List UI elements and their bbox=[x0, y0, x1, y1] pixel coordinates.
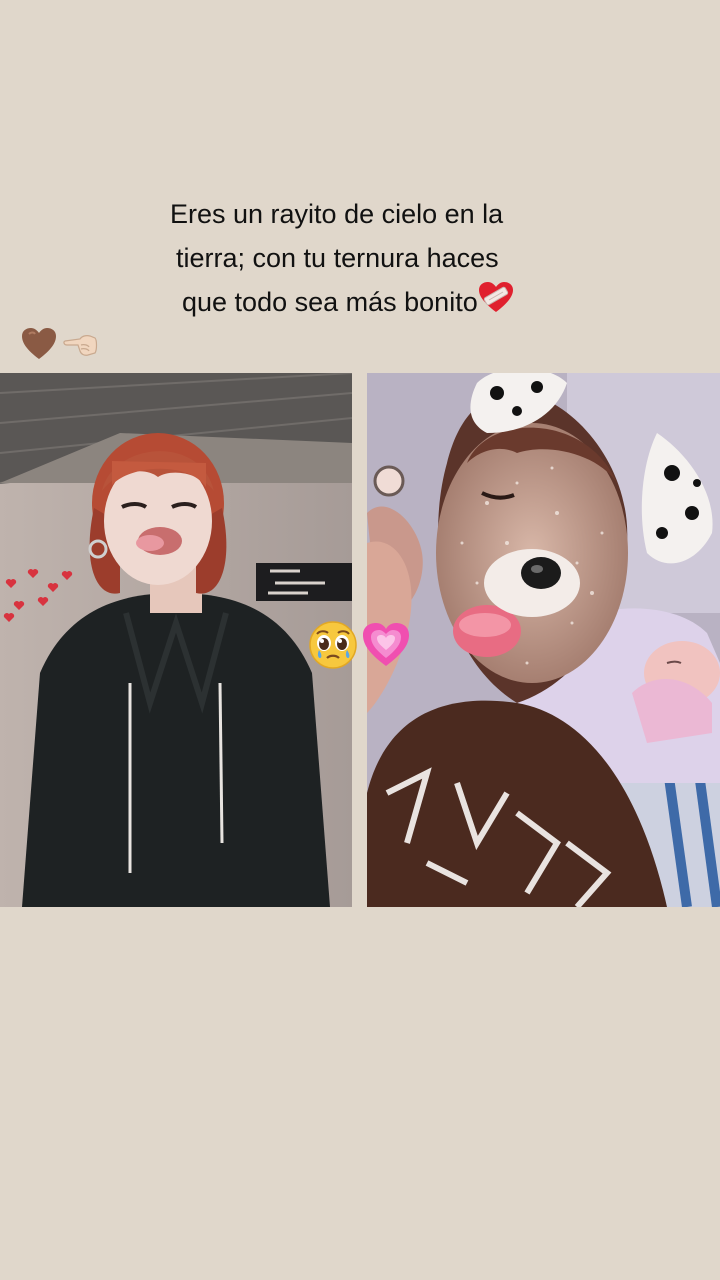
growing-heart-icon bbox=[360, 620, 412, 675]
caption: Eres un rayito de cielo en la tierra; co… bbox=[170, 192, 570, 328]
pointing-left-hand-icon bbox=[62, 326, 100, 367]
photo-right bbox=[367, 373, 720, 907]
mending-heart-icon bbox=[478, 281, 514, 328]
middle-emojis bbox=[308, 620, 412, 675]
caption-line-2: tierra; con tu ternura haces bbox=[176, 243, 499, 273]
caption-line-1: Eres un rayito de cielo en la bbox=[170, 199, 504, 229]
photo-left bbox=[0, 373, 352, 907]
emoji-row bbox=[20, 326, 100, 367]
brown-heart-icon bbox=[20, 326, 58, 367]
caption-line-3-text: que todo sea más bonito bbox=[182, 287, 478, 317]
pleading-face-icon bbox=[308, 620, 358, 675]
caption-line-3: que todo sea más bonito bbox=[170, 280, 570, 328]
